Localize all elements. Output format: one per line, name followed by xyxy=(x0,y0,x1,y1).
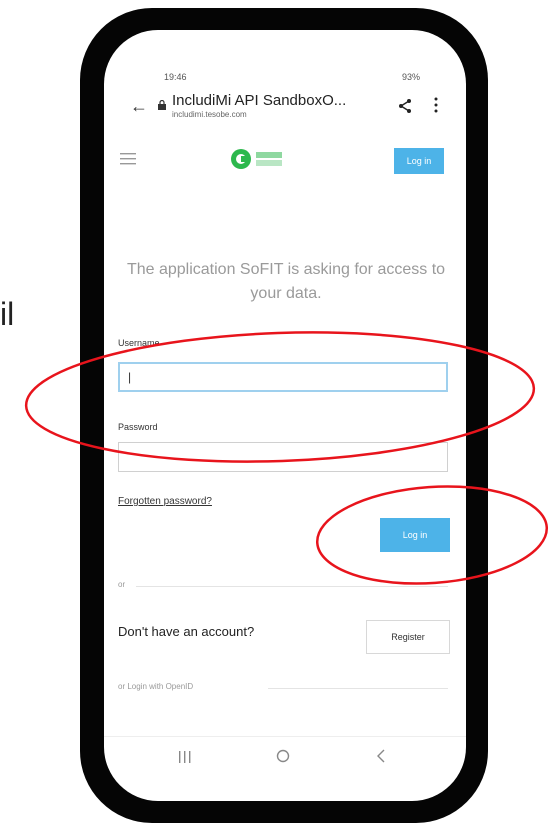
status-icons: 93% xyxy=(401,72,420,82)
openid-divider: or Login with OpenID xyxy=(118,682,448,694)
username-input[interactable] xyxy=(118,362,448,392)
forgot-password-link[interactable]: Forgotten password? xyxy=(118,496,212,507)
login-button[interactable]: Log in xyxy=(380,518,450,552)
header-login-button[interactable]: Log in xyxy=(394,148,444,174)
android-nav-bar xyxy=(104,736,466,777)
register-button[interactable]: Register xyxy=(366,620,450,654)
home-icon[interactable] xyxy=(276,749,290,763)
openid-label[interactable]: or Login with OpenID xyxy=(118,682,193,691)
browser-url[interactable]: includimi.tesobe.com xyxy=(172,110,247,119)
browser-page-title[interactable]: IncludiMi API SandboxO... xyxy=(172,92,346,109)
back-arrow-icon[interactable]: ← xyxy=(130,96,148,117)
share-icon[interactable] xyxy=(397,98,413,114)
or-label: or xyxy=(118,580,126,589)
site-logo-icon[interactable] xyxy=(230,147,286,171)
no-account-prompt: Don't have an account? xyxy=(118,624,255,639)
password-input[interactable] xyxy=(118,442,448,472)
recents-icon[interactable] xyxy=(178,751,192,763)
or-line xyxy=(136,586,448,587)
browser-bar: ← IncludiMi API SandboxO... includimi.te… xyxy=(104,90,466,126)
phone-screen: 19:46 93% ← IncludiMi API SandboxO... in… xyxy=(104,30,466,801)
stage: il 19:46 93% ← IncludiMi API SandboxO...… xyxy=(0,0,553,831)
username-label: Username xyxy=(118,338,160,348)
hamburger-menu-icon[interactable] xyxy=(120,152,136,166)
nav-back-icon[interactable] xyxy=(376,749,386,763)
more-options-icon[interactable] xyxy=(434,96,438,114)
status-time: 19:46 xyxy=(164,72,187,82)
lock-icon xyxy=(158,100,166,110)
status-bar: 19:46 93% xyxy=(104,72,466,86)
password-label: Password xyxy=(118,422,158,432)
or-divider: or xyxy=(118,580,448,592)
side-text: il xyxy=(0,296,15,332)
page-headline: The application SoFIT is asking for acce… xyxy=(126,261,446,302)
openid-line xyxy=(268,688,448,689)
